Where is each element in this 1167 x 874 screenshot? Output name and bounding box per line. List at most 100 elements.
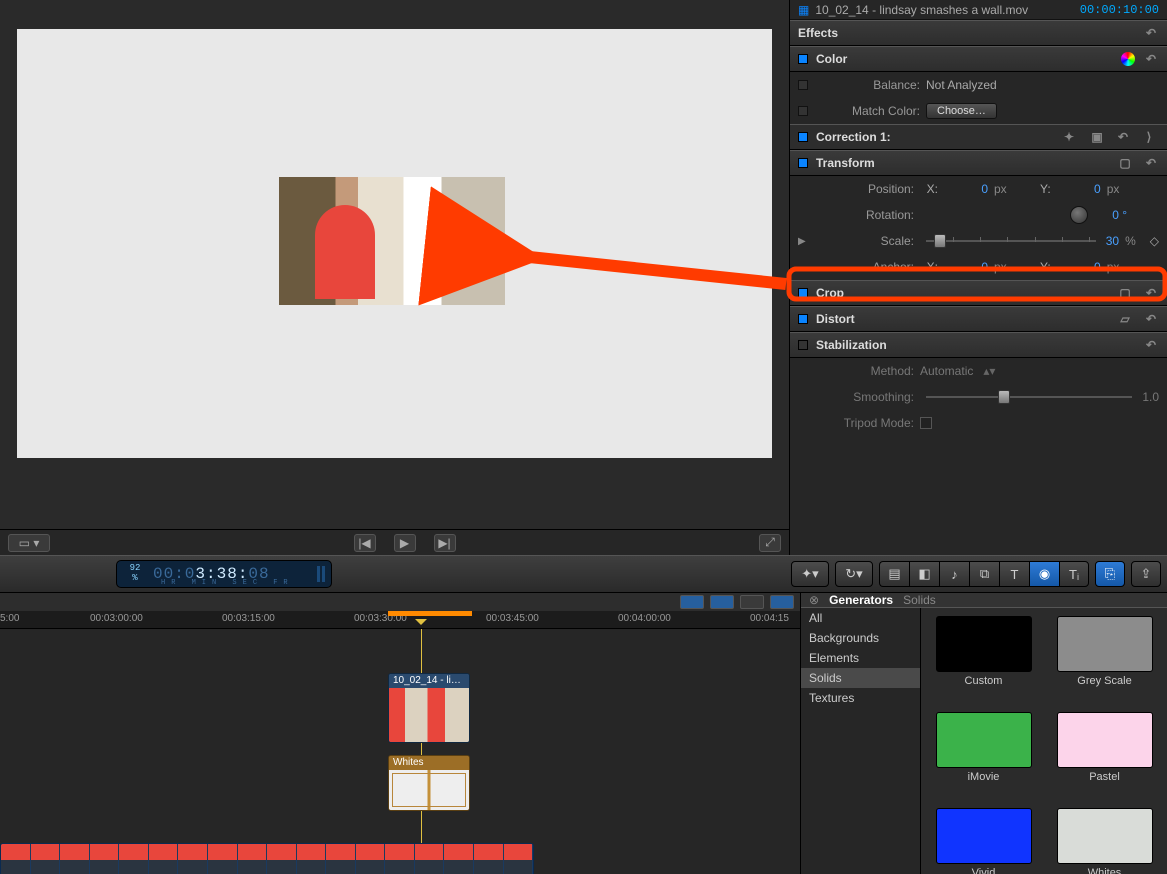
enable-checkbox[interactable] (798, 80, 808, 90)
viewer-display-options[interactable]: ▭ ▾ (8, 534, 50, 552)
generators-browser-button[interactable]: ◉ (1029, 561, 1059, 587)
video-clip[interactable]: 10_02_14 - li… (388, 673, 470, 743)
y-label: Y: (1033, 182, 1051, 196)
crop-header[interactable]: Crop ▢ ↶ (790, 280, 1167, 306)
category-all[interactable]: All (801, 608, 920, 628)
unit-label: % (1125, 234, 1136, 248)
enable-checkbox[interactable] (798, 54, 808, 64)
swatch-label: iMovie (968, 771, 1000, 783)
rotation-dial[interactable] (1070, 206, 1088, 224)
reset-icon[interactable]: ↶ (1143, 51, 1159, 67)
tab-solids[interactable]: Solids (903, 593, 936, 607)
swatch-label: Custom (965, 675, 1003, 687)
swatch-preview (1057, 616, 1153, 672)
retime-tool[interactable]: ↻▾ (835, 561, 873, 587)
scale-value[interactable]: 30 (1106, 234, 1119, 248)
tc-l2: MIN (192, 579, 223, 587)
prev-edit-button[interactable]: |◀ (354, 534, 376, 552)
enable-checkbox[interactable] (798, 340, 808, 350)
category-textures[interactable]: Textures (801, 688, 920, 708)
reset-icon[interactable]: ↶ (1143, 285, 1159, 301)
crop-onscreen-icon[interactable]: ▢ (1115, 285, 1135, 301)
titles-browser-button[interactable]: T (999, 561, 1029, 587)
transform-onscreen-icon[interactable]: ▢ (1115, 155, 1135, 171)
transform-header[interactable]: Transform ▢ ↶ (790, 150, 1167, 176)
swatch-custom[interactable]: Custom (936, 616, 1032, 708)
swatch-whites[interactable]: Whites (1057, 808, 1153, 874)
swatch-vivid[interactable]: Vivid (936, 808, 1032, 874)
color-wheel-icon[interactable] (1121, 52, 1135, 66)
music-browser-button[interactable]: ♪ (939, 561, 969, 587)
photos-browser-button[interactable]: ◧ (909, 561, 939, 587)
unit-label: px (1107, 260, 1120, 274)
timeline-tracks[interactable]: 10_02_14 - li… Whites (0, 629, 800, 874)
category-backgrounds[interactable]: Backgrounds (801, 628, 920, 648)
rotation-value[interactable]: 0 ° (1112, 208, 1127, 222)
timecode-display[interactable]: 92% 00:03:38:08 HR MIN SEC FR (116, 560, 332, 588)
effects-label: Effects (798, 26, 1135, 40)
effects-tool[interactable]: ✦▾ (791, 561, 829, 587)
tripod-checkbox[interactable] (920, 417, 932, 429)
share-button[interactable]: ⇪ (1131, 561, 1161, 587)
reset-icon[interactable]: ↶ (1143, 25, 1159, 41)
themes-browser-button[interactable]: Tᵢ (1059, 561, 1089, 587)
scale-slider[interactable] (926, 234, 1096, 248)
distort-onscreen-icon[interactable]: ▱ (1115, 311, 1135, 327)
swatch-imovie[interactable]: iMovie (936, 712, 1032, 804)
method-select[interactable]: Automatic (920, 364, 973, 378)
anchor-x[interactable]: 0 (942, 260, 988, 274)
inspector-toggle[interactable]: ⎘ (1095, 561, 1125, 587)
choose-button[interactable]: Choose… (926, 103, 997, 119)
playhead[interactable] (421, 629, 422, 874)
anchor-y[interactable]: 0 (1055, 260, 1101, 274)
snapping-toggle[interactable] (680, 595, 704, 609)
reset-icon[interactable]: ↶ (1143, 337, 1159, 353)
generator-categories: AllBackgroundsElementsSolidsTextures (801, 608, 921, 874)
ruler-tick: 00:03:00:00 (90, 613, 143, 624)
reset-icon[interactable]: ↶ (1143, 155, 1159, 171)
distort-header[interactable]: Distort ▱ ↶ (790, 306, 1167, 332)
enable-checkbox[interactable] (798, 132, 808, 142)
enable-checkbox[interactable] (798, 288, 808, 298)
position-y[interactable]: 0 (1055, 182, 1101, 196)
go-icon[interactable]: ⟩ (1139, 129, 1159, 145)
smoothing-value[interactable]: 1.0 (1142, 390, 1159, 404)
disclosure-icon[interactable]: ▶ (798, 236, 810, 247)
enable-checkbox[interactable] (798, 106, 808, 116)
swatch-grey-scale[interactable]: Grey Scale (1057, 616, 1153, 708)
color-header[interactable]: Color ↶ (790, 46, 1167, 72)
skimming-toggle[interactable] (710, 595, 734, 609)
correction-header[interactable]: Correction 1: ✦ ▣ ↶ ⟩ (790, 124, 1167, 150)
audio-skim-toggle[interactable] (740, 595, 764, 609)
y-label: Y: (1033, 260, 1051, 274)
media-browser-button[interactable]: ▤ (879, 561, 909, 587)
enable-checkbox[interactable] (798, 314, 808, 324)
primary-storyline-clip[interactable] (0, 843, 534, 874)
effects-header[interactable]: Effects ↶ (790, 20, 1167, 46)
position-x[interactable]: 0 (942, 182, 988, 196)
viewer[interactable] (0, 0, 789, 458)
generator-clip[interactable]: Whites (388, 755, 470, 811)
color-mask-icon[interactable]: ▣ (1087, 129, 1107, 145)
play-button[interactable]: ▶ (394, 534, 416, 552)
close-icon[interactable]: ⊗ (809, 593, 819, 607)
color-board-icon[interactable]: ✦ (1059, 129, 1079, 145)
category-elements[interactable]: Elements (801, 648, 920, 668)
swatch-pastel[interactable]: Pastel (1057, 712, 1153, 804)
next-edit-button[interactable]: ▶| (434, 534, 456, 552)
reset-icon[interactable]: ↶ (1115, 129, 1131, 145)
reset-icon[interactable]: ↶ (1143, 311, 1159, 327)
category-solids[interactable]: Solids (801, 668, 920, 688)
timeline-ruler[interactable]: 5:00 00:03:00:00 00:03:15:00 00:03:30:00… (0, 611, 800, 629)
solo-toggle[interactable] (770, 595, 794, 609)
stabilization-header[interactable]: Stabilization ↶ (790, 332, 1167, 358)
fullscreen-button[interactable]: ⤢ (759, 534, 781, 552)
transitions-browser-button[interactable]: ⧉ (969, 561, 999, 587)
smoothing-slider[interactable] (926, 390, 1132, 404)
x-label: X: (920, 182, 938, 196)
keyframe-icon[interactable]: ◇ (1150, 234, 1159, 248)
tab-generators[interactable]: Generators (829, 593, 893, 607)
dropdown-icon[interactable]: ▴▾ (983, 364, 995, 378)
enable-checkbox[interactable] (798, 158, 808, 168)
viewer-canvas[interactable] (17, 29, 772, 458)
